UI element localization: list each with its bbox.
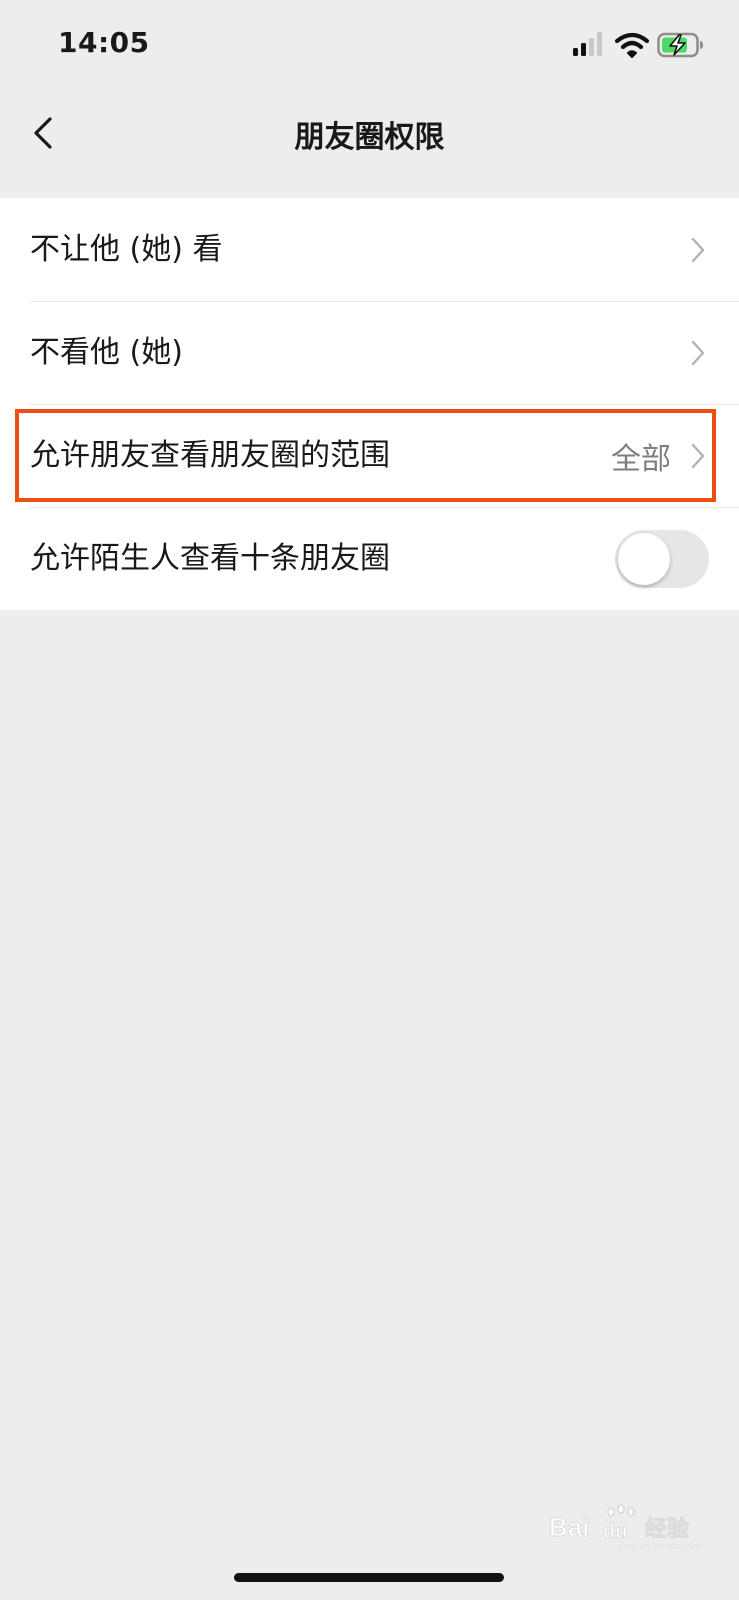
- setting-label: 不看他 (她): [30, 334, 183, 370]
- home-indicator[interactable]: [234, 1573, 504, 1582]
- settings-list: 不让他 (她) 看 不看他 (她) 允许朋友查看朋友圈的范围 全部 允许陌生人查…: [0, 198, 739, 610]
- cellular-signal-icon: [573, 32, 602, 56]
- setting-label: 允许陌生人查看十条朋友圈: [30, 540, 390, 576]
- status-time: 14:05: [58, 26, 150, 59]
- page-title: 朋友圈权限: [294, 120, 445, 155]
- setting-label: 不让他 (她) 看: [30, 231, 223, 267]
- setting-value: 全部: [611, 441, 671, 477]
- chevron-right-icon: [691, 237, 705, 262]
- svg-text:经验: 经验: [645, 1516, 689, 1542]
- navigation-bar: 朋友圈权限: [0, 92, 739, 176]
- setting-row-visible-range[interactable]: 允许朋友查看朋友圈的范围 全部: [0, 404, 739, 507]
- status-bar: 14:05: [0, 0, 739, 92]
- setting-row-hide-their-posts[interactable]: 不看他 (她): [0, 301, 739, 404]
- chevron-right-icon: [691, 340, 705, 365]
- wifi-icon: [615, 32, 649, 58]
- watermark-url: jingyan.baidu.com: [617, 1542, 701, 1552]
- toggle-knob: [618, 532, 670, 585]
- svg-text:du: du: [603, 1521, 627, 1543]
- svg-text:Bai: Bai: [549, 1512, 589, 1542]
- baidu-jingyan-watermark: Bai du 经验 jingyan.baidu.com: [549, 1504, 705, 1554]
- strangers-toggle[interactable]: [615, 529, 709, 588]
- setting-row-strangers-ten-posts: 允许陌生人查看十条朋友圈: [0, 507, 739, 610]
- battery-charging-icon: [657, 32, 703, 58]
- setting-row-hide-my-posts[interactable]: 不让他 (她) 看: [0, 198, 739, 301]
- chevron-right-icon: [691, 443, 705, 468]
- setting-label: 允许朋友查看朋友圈的范围: [30, 437, 390, 473]
